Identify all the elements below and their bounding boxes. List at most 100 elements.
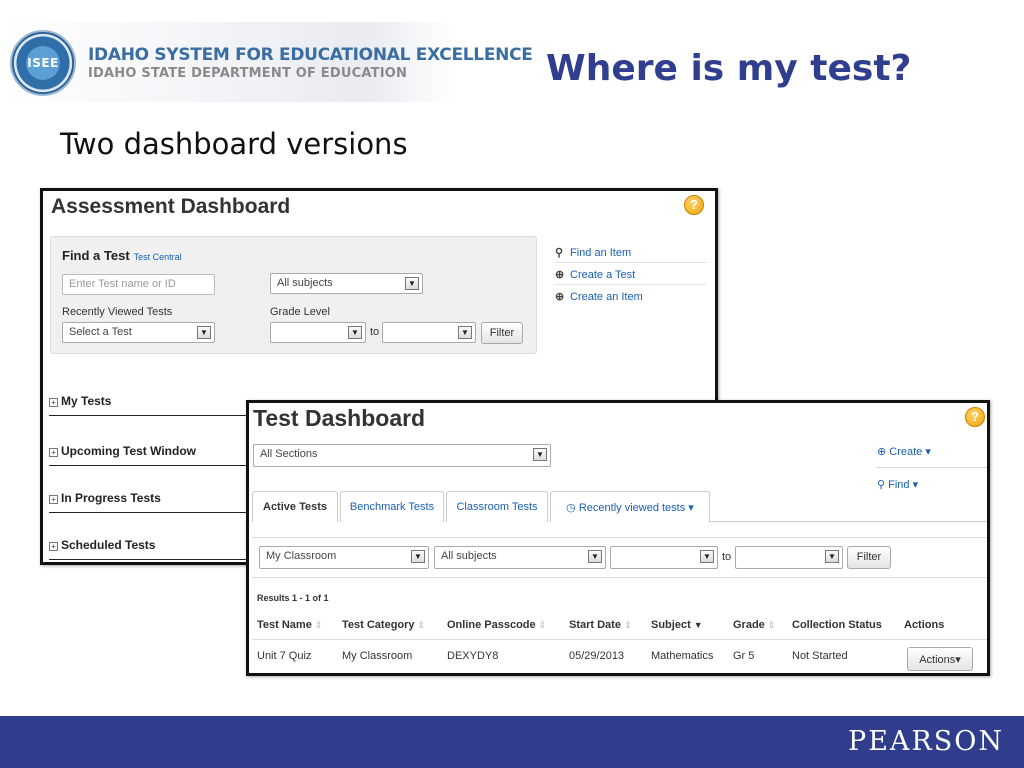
org-department: IDAHO STATE DEPARTMENT OF EDUCATION — [88, 66, 408, 81]
section-label: In Progress Tests — [61, 491, 161, 505]
seal-text: ISEE — [27, 56, 59, 70]
test-name-input[interactable]: Enter Test name or ID — [62, 274, 215, 295]
create-menu[interactable]: ⊕ Create ▾ — [877, 445, 931, 458]
column-header-test-name[interactable]: Test Name ⇕ — [257, 619, 322, 631]
create-a-test-label: Create a Test — [570, 269, 636, 281]
chevron-down-icon: ▼ — [588, 550, 602, 563]
caret-down-icon: ▾ — [912, 479, 919, 491]
expand-icon: + — [49, 495, 58, 504]
chevron-down-icon: ▼ — [533, 448, 547, 461]
tab-benchmark-tests[interactable]: Benchmark Tests — [340, 491, 444, 522]
section-select-value: All Sections — [260, 448, 318, 460]
create-an-item-link[interactable]: ⊕ Create an Item — [555, 285, 707, 307]
column-label: Subject — [651, 619, 691, 631]
section-my-tests[interactable]: + My Tests — [49, 394, 269, 416]
chevron-down-icon: ▼ — [405, 277, 419, 290]
section-upcoming-test-window[interactable]: + Upcoming Test Window — [49, 444, 269, 466]
tab-classroom-tests[interactable]: Classroom Tests — [446, 491, 548, 522]
column-label: Start Date — [569, 619, 621, 631]
find-an-item-link[interactable]: ⚲ Find an Item — [555, 241, 707, 263]
grade-to-select[interactable]: ▼ — [735, 546, 843, 569]
chevron-down-icon: ▼ — [458, 326, 472, 339]
filter-button[interactable]: Filter — [847, 546, 891, 569]
grade-cell: Gr 5 — [733, 650, 755, 662]
section-label: Upcoming Test Window — [61, 444, 196, 458]
divider — [252, 577, 987, 578]
find-label: Find — [888, 479, 910, 491]
tab-active-tests[interactable]: Active Tests — [252, 491, 338, 522]
column-header-grade[interactable]: Grade ⇕ — [733, 619, 775, 631]
find-an-item-label: Find an Item — [570, 247, 632, 259]
find-a-test-heading: Find a Test Test Central — [62, 248, 182, 263]
plus-circle-icon: ⊕ — [555, 269, 565, 281]
grade-from-select[interactable]: ▼ — [270, 322, 366, 343]
caret-down-icon: ▾ — [955, 654, 961, 666]
subject-cell: Mathematics — [651, 650, 714, 662]
column-label: Online Passcode — [447, 619, 536, 631]
search-icon: ⚲ — [555, 247, 564, 259]
actions-label: Actions — [919, 654, 956, 666]
test-category-cell: My Classroom — [342, 650, 413, 662]
slide-title: Where is my test? — [546, 48, 912, 89]
column-header-subject[interactable]: Subject ▼ — [651, 619, 703, 631]
create-label: Create — [889, 446, 923, 458]
column-header-start-date[interactable]: Start Date ⇕ — [569, 619, 632, 631]
test-name-link[interactable]: Unit 7 Quiz — [257, 650, 311, 662]
search-icon: ⚲ — [877, 479, 886, 491]
test-dashboard-title: Test Dashboard — [253, 405, 426, 431]
sort-icon: ⇕ — [417, 620, 426, 630]
sort-desc-icon: ▼ — [693, 620, 703, 630]
help-icon[interactable]: ? — [684, 195, 704, 215]
test-dashboard-screenshot: Test Dashboard ? All Sections ▼ ⊕ Create… — [246, 400, 990, 676]
chevron-down-icon: ▼ — [348, 326, 362, 339]
subject-select[interactable]: All subjects ▼ — [270, 273, 423, 294]
recently-viewed-label: Recently Viewed Tests — [62, 306, 173, 318]
column-label: Test Category — [342, 619, 415, 631]
create-a-test-link[interactable]: ⊕ Create a Test — [555, 263, 707, 285]
sort-icon: ⇕ — [623, 620, 632, 630]
test-central-link[interactable]: Test Central — [134, 252, 182, 262]
find-menu[interactable]: ⚲ Find ▾ — [877, 478, 918, 491]
column-header-test-category[interactable]: Test Category ⇕ — [342, 619, 425, 631]
recently-viewed-select[interactable]: Select a Test ▼ — [62, 322, 215, 343]
to-label: to — [722, 551, 732, 563]
find-a-test-label: Find a Test — [62, 248, 130, 263]
find-a-test-panel: Find a Test Test Central Enter Test name … — [50, 236, 537, 354]
column-header-online-passcode[interactable]: Online Passcode ⇕ — [447, 619, 546, 631]
section-select[interactable]: All Sections ▼ — [253, 444, 551, 467]
filter-button[interactable]: Filter — [481, 322, 523, 344]
chevron-down-icon: ▼ — [825, 550, 839, 563]
sort-icon: ⇕ — [538, 620, 547, 630]
clock-icon: ◷ — [566, 502, 576, 514]
assessment-dashboard-title: Assessment Dashboard — [51, 195, 291, 218]
caret-down-icon: ▾ — [688, 502, 694, 514]
grade-from-select[interactable]: ▼ — [610, 546, 718, 569]
caret-down-icon: ▾ — [925, 446, 931, 458]
category-select-value: My Classroom — [266, 550, 337, 562]
tab-recently-viewed-tests[interactable]: ◷ Recently viewed tests ▾ — [550, 491, 710, 522]
chevron-down-icon: ▼ — [700, 550, 714, 563]
actions-button[interactable]: Actions▾ — [907, 647, 973, 671]
results-count: Results 1 - 1 of 1 — [257, 593, 329, 603]
recently-viewed-value: Select a Test — [69, 326, 132, 338]
start-date-cell: 05/29/2013 — [569, 650, 625, 662]
divider — [252, 537, 987, 538]
divider — [877, 467, 987, 468]
category-select[interactable]: My Classroom ▼ — [259, 546, 429, 569]
sort-icon: ⇕ — [767, 620, 776, 630]
footer-bar: PEARSON — [0, 716, 1024, 768]
grade-to-select[interactable]: ▼ — [382, 322, 476, 343]
subject-select[interactable]: All subjects ▼ — [434, 546, 606, 569]
subject-select-value: All subjects — [277, 277, 333, 289]
section-scheduled-tests[interactable]: + Scheduled Tests — [49, 538, 269, 560]
chevron-down-icon: ▼ — [411, 550, 425, 563]
quick-links: ⚲ Find an Item ⊕ Create a Test ⊕ Create an … — [555, 241, 707, 307]
plus-circle-icon: ⊕ — [555, 291, 565, 303]
chevron-down-icon: ▼ — [197, 326, 211, 339]
column-label: Grade — [733, 619, 765, 631]
to-label: to — [370, 326, 380, 338]
slide-subtitle: Two dashboard versions — [60, 127, 408, 161]
help-icon[interactable]: ? — [965, 407, 985, 427]
section-in-progress-tests[interactable]: + In Progress Tests — [49, 491, 269, 513]
grade-level-label: Grade Level — [270, 306, 330, 318]
